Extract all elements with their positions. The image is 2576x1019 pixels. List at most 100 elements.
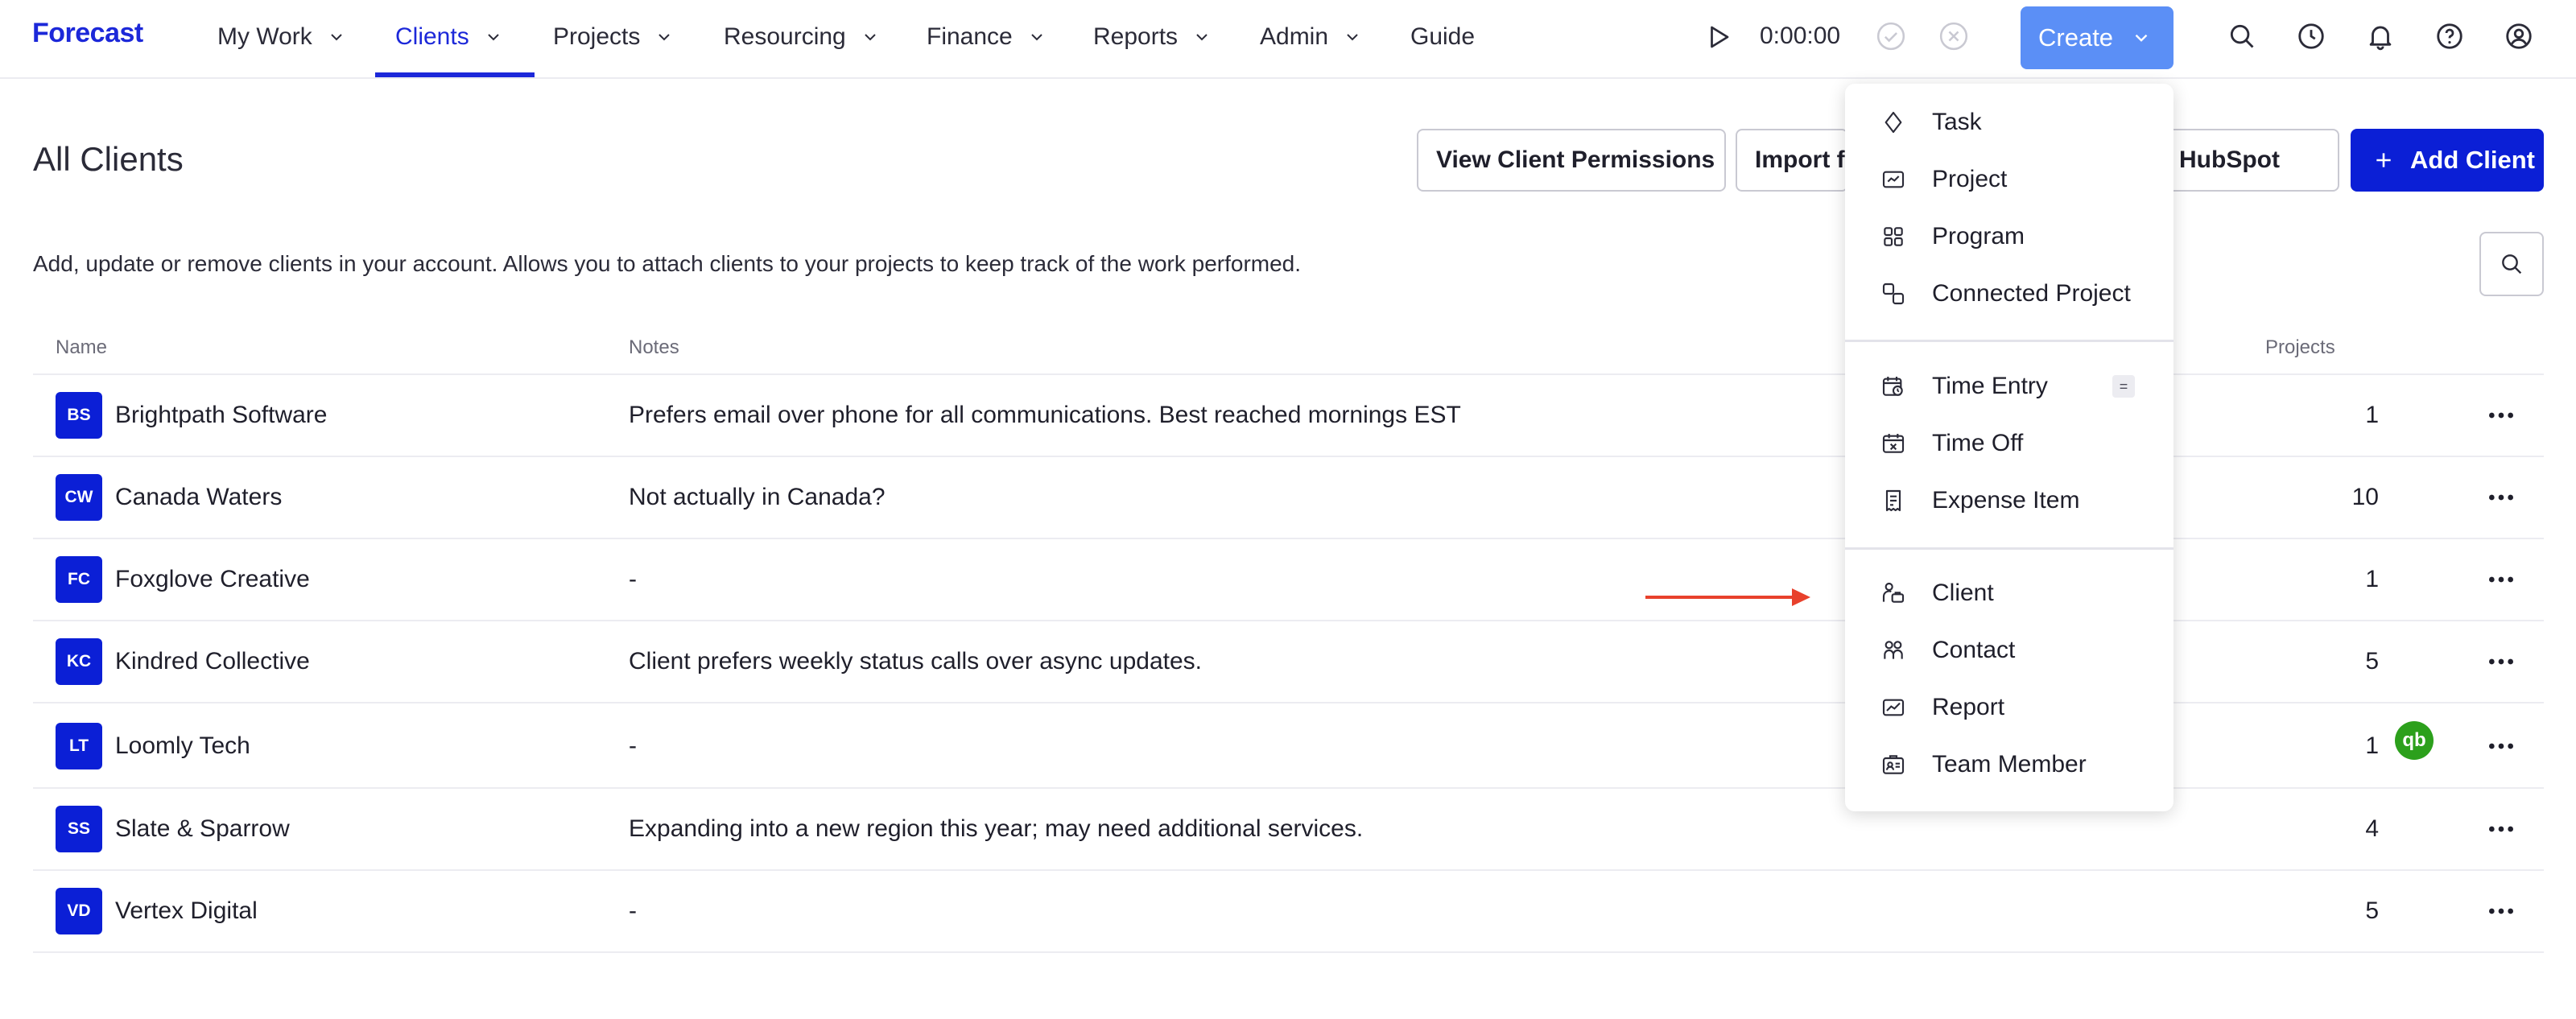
client-project-count: 4 [2365,815,2379,842]
help-icon[interactable] [2434,21,2465,52]
app-logo[interactable]: Forecast [32,18,143,49]
chevron-down-icon [1031,34,1042,41]
column-header-notes[interactable]: Notes [629,336,679,359]
client-notes: - [629,897,637,924]
client-name[interactable]: Canada Waters [115,484,282,511]
nav-projects-label: Projects [553,23,641,50]
more-options-icon[interactable] [2485,895,2517,927]
more-options-icon[interactable] [2485,481,2517,514]
add-client-button[interactable]: Add Client [2351,129,2544,192]
chevron-down-icon [331,34,342,41]
more-options-icon[interactable] [2485,399,2517,431]
nav-guide[interactable]: Guide [1410,21,1475,53]
chevron-down-icon [1347,34,1358,41]
page-description: Add, update or remove clients in your ac… [33,251,1302,276]
more-options-icon[interactable] [2485,813,2517,845]
menu-item-label: Expense Item [1932,487,2080,514]
menu-item-client[interactable]: Client [1845,567,2174,619]
nav-admin[interactable]: Admin [1260,21,1362,53]
nav-resourcing[interactable]: Resourcing [724,21,880,53]
bell-icon[interactable] [2365,21,2396,52]
menu-item-project[interactable]: Project [1845,154,2174,205]
nav-resourcing-label: Resourcing [724,23,846,50]
menu-item-expense-item[interactable]: Expense Item [1845,475,2174,526]
menu-item-time-entry[interactable]: Time Entry = [1845,361,2174,412]
column-header-projects[interactable]: Projects [2265,336,2335,359]
menu-divider [1845,340,2174,342]
table-row[interactable]: VD Vertex Digital - 5 [33,871,2544,953]
client-name[interactable]: Kindred Collective [115,648,310,675]
menu-item-label: Task [1932,109,1982,135]
nav-finance[interactable]: Finance [927,21,1046,53]
calendar-x-icon [1882,434,1905,453]
import-button[interactable]: Import f [1736,129,1848,192]
more-options-icon[interactable] [2485,563,2517,596]
add-client-label: Add Client [2410,146,2535,174]
column-header-name[interactable]: Name [56,336,107,359]
chevron-down-icon [487,34,499,41]
calendar-clock-icon [1882,377,1903,396]
table-search-button[interactable] [2479,232,2544,296]
report-icon [1882,699,1905,716]
view-client-permissions-button[interactable]: View Client Permissions [1417,129,1726,192]
client-name[interactable]: Foxglove Creative [115,566,310,593]
menu-item-connected-project[interactable]: Connected Project [1845,268,2174,320]
nav-my-work[interactable]: My Work [217,21,346,53]
client-name[interactable]: Vertex Digital [115,897,258,925]
check-circle-icon[interactable] [1876,21,1906,52]
client-avatar: BS [56,392,102,439]
clock-icon[interactable] [2296,21,2326,52]
menu-divider [1845,547,2174,550]
client-project-count: 5 [2365,648,2379,675]
menu-item-label: Connected Project [1932,280,2131,307]
close-circle-icon[interactable] [1938,21,1969,52]
client-project-count: 1 [2365,732,2379,759]
receipt-icon [1885,489,1901,512]
menu-item-report[interactable]: Report [1845,682,2174,733]
timer-display: 0:00:00 [1760,23,1841,49]
menu-item-label: Time Off [1932,430,2024,456]
client-name[interactable]: Loomly Tech [115,732,250,760]
client-name[interactable]: Slate & Sparrow [115,815,290,843]
client-notes: Prefers email over phone for all communi… [629,402,1461,428]
client-project-count: 1 [2365,566,2379,592]
chevron-down-icon [2135,34,2148,42]
client-name[interactable]: Brightpath Software [115,402,327,429]
id-card-icon [1882,755,1905,774]
user-profile-icon[interactable] [2504,21,2534,52]
more-options-icon[interactable] [2485,646,2517,678]
active-tab-indicator [375,72,535,77]
nav-admin-label: Admin [1260,23,1329,50]
menu-item-contact[interactable]: Contact [1845,625,2174,676]
nav-finance-label: Finance [927,23,1013,50]
client-avatar: SS [56,806,102,852]
nav-guide-label: Guide [1410,23,1476,50]
menu-item-label: Report [1932,694,2005,720]
menu-item-team-member[interactable]: Team Member [1845,739,2174,790]
client-avatar: VD [56,888,102,934]
connected-icon [1882,283,1905,305]
create-button[interactable]: Create [2021,6,2174,69]
menu-item-program[interactable]: Program [1845,211,2174,262]
menu-item-label: Team Member [1932,751,2087,778]
search-icon[interactable] [2227,21,2257,52]
menu-item-task[interactable]: Task [1845,97,2174,148]
create-button-label: Create [2038,23,2114,52]
grid-icon [1884,227,1903,246]
nav-projects[interactable]: Projects [553,21,674,53]
client-notes: Expanding into a new region this year; m… [629,815,1364,842]
more-options-icon[interactable] [2485,730,2517,762]
client-project-count: 5 [2365,897,2379,924]
client-avatar: LT [56,723,102,769]
keyboard-shortcut-badge: = [2112,375,2135,398]
chevron-down-icon [658,34,671,41]
menu-item-label: Project [1932,166,2008,192]
client-project-count: 10 [2351,484,2379,510]
top-navigation: Forecast My Work Clients Projects Resour… [0,0,2576,79]
diamond-icon [1885,111,1902,134]
menu-item-time-off[interactable]: Time Off [1845,418,2174,469]
play-icon[interactable] [1703,23,1732,52]
client-avatar: CW [56,474,102,521]
nav-clients[interactable]: Clients [395,21,503,53]
nav-reports[interactable]: Reports [1093,21,1212,53]
